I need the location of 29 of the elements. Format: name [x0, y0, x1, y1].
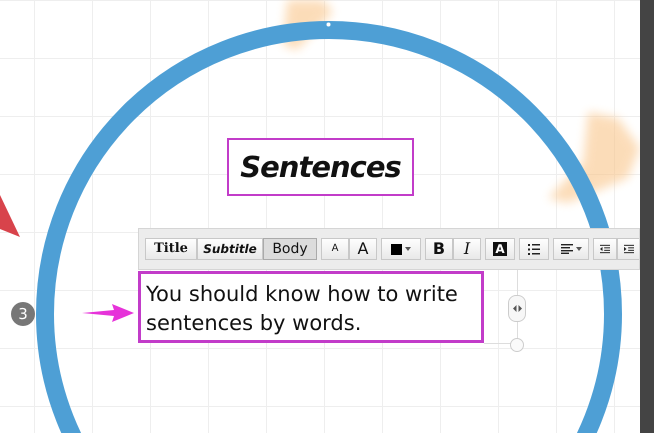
color-picker-button[interactable] [381, 238, 421, 260]
outdent-icon [600, 244, 610, 254]
step-number[interactable]: 3 [11, 302, 35, 326]
decrease-size-button[interactable]: A [321, 238, 349, 260]
text-box[interactable]: You should know how to write sentences by words. [138, 271, 484, 343]
caret-icon [576, 247, 582, 251]
dot-icon [326, 22, 331, 27]
text-style-tab[interactable]: Subtitle [197, 238, 263, 260]
caret-icon [405, 247, 411, 251]
italic-button[interactable]: I [453, 238, 481, 260]
highlight-button[interactable]: A [485, 238, 515, 260]
color-swatch-icon [391, 244, 402, 254]
text-style-tab[interactable]: Title [145, 238, 197, 260]
bold-button[interactable]: B [425, 238, 453, 260]
increase-size-button[interactable]: A [349, 238, 377, 260]
title-text[interactable]: Sentences [227, 138, 414, 196]
bullet-list-button[interactable] [519, 238, 549, 260]
left-right-arrows-icon [512, 305, 522, 312]
list-icon [528, 244, 540, 254]
align-left-icon [560, 244, 572, 254]
arrow-icon [82, 303, 134, 323]
triangle-shape [0, 195, 22, 239]
resize-handle[interactable] [508, 295, 526, 322]
indent-button[interactable] [617, 238, 639, 260]
indent-icon [624, 244, 634, 254]
text-style-tab[interactable]: Body [263, 238, 317, 260]
rotate-handle[interactable] [510, 338, 524, 352]
outdent-button[interactable] [593, 238, 617, 260]
align-button[interactable] [553, 238, 589, 260]
